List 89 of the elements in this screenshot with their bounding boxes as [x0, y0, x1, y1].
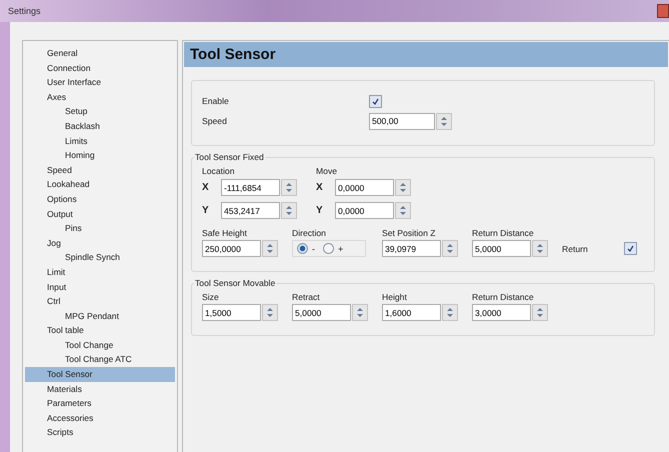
up-down-arrows-icon — [286, 206, 292, 215]
up-down-arrows-icon — [267, 244, 273, 253]
up-down-arrows-icon — [447, 244, 453, 253]
sidebar-item[interactable]: Input — [25, 280, 175, 294]
sidebar-item[interactable]: Limit — [25, 264, 175, 280]
spin-button[interactable] — [281, 202, 297, 219]
checkbox[interactable] — [369, 94, 382, 108]
spin-button[interactable] — [395, 202, 411, 219]
sidebar-item[interactable]: Axes — [25, 90, 175, 104]
sidebar-item[interactable]: Accessories — [25, 410, 175, 426]
spin-button[interactable] — [442, 304, 458, 321]
input-field[interactable]: 250,0000 — [202, 240, 261, 257]
input-field[interactable]: 0,0000 — [335, 179, 394, 196]
field-label: Return Distance — [472, 292, 535, 302]
sidebar-item[interactable]: Materials — [25, 382, 175, 396]
input-field[interactable]: 5,0000 — [292, 304, 351, 321]
field-label: Return — [562, 244, 589, 254]
field-label: Enable — [202, 96, 229, 106]
sidebar-item[interactable]: Tool Change — [25, 338, 175, 352]
sidebar-item[interactable]: Jog — [25, 236, 175, 250]
sidebar-item[interactable]: Setup — [25, 104, 175, 119]
sidebar-item[interactable]: Lookahead — [25, 177, 175, 192]
input-field[interactable]: 1,6000 — [382, 304, 441, 321]
field-label: Speed — [202, 116, 227, 126]
axis-label: X — [202, 182, 210, 193]
sidebar-item[interactable]: Spindle Synch — [25, 250, 175, 265]
sidebar-item[interactable]: Tool Change ATC — [25, 352, 175, 368]
sidebar-item[interactable]: Ctrl — [25, 294, 175, 309]
sidebar-item[interactable]: Speed — [25, 162, 175, 178]
up-down-arrows-icon — [267, 308, 273, 317]
sidebar-item[interactable]: Parameters — [25, 396, 175, 411]
section-header: Tool Sensor — [184, 42, 668, 67]
window-title: Settings — [8, 6, 41, 16]
input-field[interactable]: 500,00 — [369, 112, 435, 130]
field-label: Safe Height — [202, 228, 248, 238]
spin-button[interactable] — [262, 240, 278, 257]
sidebar-item[interactable]: Scripts — [25, 425, 175, 440]
spin-button[interactable] — [352, 304, 368, 321]
spin-button[interactable] — [395, 179, 411, 196]
sidebar-item[interactable]: Homing — [25, 148, 175, 163]
input-field[interactable]: -111,6854 — [221, 179, 280, 196]
sidebar-item[interactable]: Connection — [25, 60, 175, 76]
spin-button[interactable] — [436, 112, 452, 130]
check-icon — [372, 98, 379, 104]
field-label: Size — [202, 292, 220, 302]
check-icon — [627, 245, 634, 252]
field-label: Retract — [292, 292, 321, 302]
close-button[interactable] — [657, 4, 669, 18]
axis-label: Y — [316, 205, 324, 216]
sidebar-item[interactable]: Tool table — [25, 323, 175, 338]
sidebar-item[interactable]: MPG Pendant — [25, 308, 175, 324]
spin-button[interactable] — [532, 304, 548, 321]
sidebar-item[interactable]: Limits — [25, 134, 175, 148]
group-title: Tool Sensor Fixed — [194, 152, 265, 162]
up-down-arrows-icon — [441, 116, 447, 126]
up-down-arrows-icon — [537, 308, 543, 317]
up-down-arrows-icon — [400, 183, 406, 192]
field-label: Set Position Z — [382, 228, 436, 238]
spin-button[interactable] — [281, 179, 297, 196]
spin-button[interactable] — [442, 240, 458, 257]
up-down-arrows-icon — [447, 308, 453, 317]
spin-button[interactable] — [262, 304, 278, 321]
input-field[interactable]: 39,0979 — [382, 240, 441, 257]
checkbox[interactable] — [624, 242, 637, 255]
field-label: Move — [316, 166, 338, 176]
up-down-arrows-icon — [537, 244, 543, 253]
input-field[interactable]: 0,0000 — [335, 202, 394, 219]
up-down-arrows-icon — [400, 206, 406, 215]
sidebar-item[interactable]: Pins — [25, 221, 175, 236]
up-down-arrows-icon — [357, 308, 363, 317]
group-title: Tool Sensor Movable — [194, 278, 276, 288]
sidebar-item[interactable]: Backlash — [25, 118, 175, 134]
sidebar-item[interactable]: General — [25, 46, 175, 61]
input-field[interactable]: 1,5000 — [202, 304, 261, 321]
input-field[interactable]: 453,2417 — [221, 202, 280, 219]
axis-label: Y — [202, 205, 210, 216]
up-down-arrows-icon — [286, 183, 292, 192]
field-label: Location — [202, 166, 234, 176]
input-field[interactable]: 3,0000 — [472, 304, 531, 321]
axis-label: X — [316, 182, 324, 193]
field-label: Height — [382, 292, 408, 302]
spin-button[interactable] — [532, 240, 548, 257]
input-field[interactable]: 5,0000 — [472, 240, 531, 257]
sidebar-item[interactable]: User Interface — [25, 75, 175, 90]
field-label: Direction — [292, 228, 327, 238]
sidebar-item[interactable]: Output — [25, 206, 175, 222]
sidebar-item[interactable]: Options — [25, 192, 175, 207]
sidebar-item[interactable]: Tool Sensor — [25, 367, 175, 382]
field-label: Return Distance — [472, 228, 535, 238]
